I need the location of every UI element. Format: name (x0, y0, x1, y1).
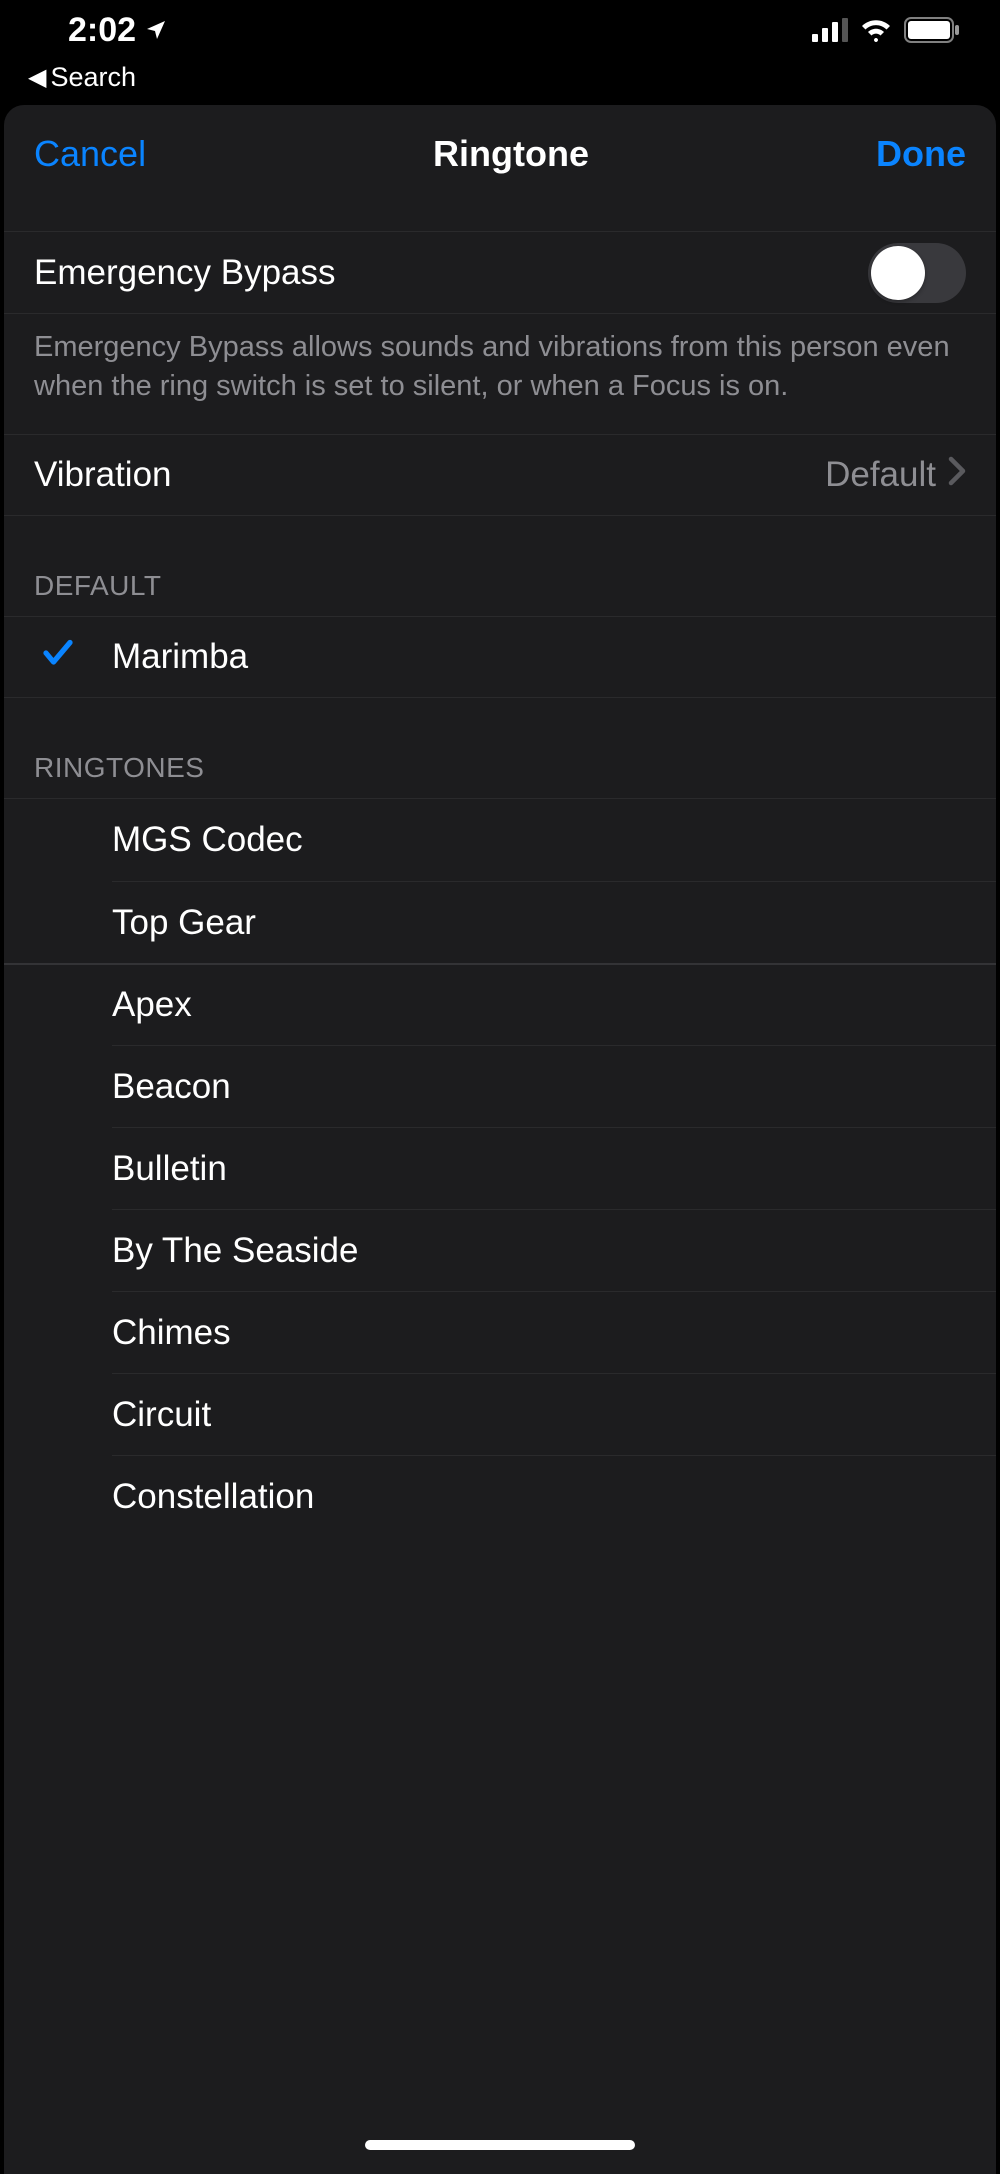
status-right (812, 17, 960, 43)
ringtone-label: MGS Codec (112, 820, 966, 860)
back-caret-icon: ◀ (28, 63, 46, 92)
wifi-icon (860, 18, 892, 42)
ringtone-row[interactable]: Beacon (112, 1045, 996, 1127)
home-indicator[interactable] (365, 2140, 635, 2150)
chevron-right-icon (948, 455, 966, 495)
ringtone-row[interactable]: Top Gear (112, 881, 996, 963)
ringtone-row[interactable]: Constellation (112, 1455, 996, 1537)
check-column (4, 635, 112, 680)
emergency-bypass-toggle[interactable] (868, 243, 966, 303)
cellular-signal-icon (812, 18, 848, 42)
emergency-bypass-label: Emergency Bypass (34, 253, 868, 293)
back-label: Search (50, 62, 136, 93)
toggle-knob (871, 246, 925, 300)
ringtone-label: Top Gear (112, 903, 966, 943)
default-tone-row[interactable]: Marimba (4, 616, 996, 698)
ringtone-sheet: Cancel Ringtone Done Emergency Bypass Em… (4, 105, 996, 2174)
back-to-search[interactable]: ◀ Search (0, 60, 1000, 105)
emergency-bypass-row: Emergency Bypass (4, 231, 996, 313)
done-button[interactable]: Done (876, 133, 966, 175)
ringtone-label: Constellation (112, 1477, 966, 1517)
ringtones-section-header: RINGTONES (4, 698, 996, 798)
ringtone-label: Beacon (112, 1067, 966, 1107)
checkmark-icon (40, 635, 76, 680)
default-section-header: DEFAULT (4, 516, 996, 616)
battery-icon (904, 17, 960, 43)
ringtone-label: Apex (112, 985, 966, 1025)
ringtone-row[interactable]: By The Seaside (112, 1209, 996, 1291)
nav-bar: Cancel Ringtone Done (4, 105, 996, 231)
vibration-row[interactable]: Vibration Default (4, 434, 996, 516)
ringtone-label: Circuit (112, 1395, 966, 1435)
vibration-value: Default (825, 455, 936, 495)
location-icon (144, 18, 168, 42)
ringtone-label: Bulletin (112, 1149, 966, 1189)
ringtone-row[interactable]: Apex (4, 963, 996, 1045)
ringtone-row[interactable]: Bulletin (112, 1127, 996, 1209)
vibration-label: Vibration (34, 455, 825, 495)
ringtone-row[interactable]: MGS Codec (4, 799, 996, 881)
status-time: 2:02 (68, 11, 136, 50)
ringtones-group: MGS Codec Top Gear Apex Beacon Bulletin … (4, 798, 996, 1537)
page-title: Ringtone (433, 133, 589, 175)
cancel-button[interactable]: Cancel (34, 133, 146, 175)
ringtone-row[interactable]: Chimes (112, 1291, 996, 1373)
status-left: 2:02 (68, 11, 168, 50)
emergency-bypass-group: Emergency Bypass Emergency Bypass allows… (4, 231, 996, 434)
emergency-bypass-description: Emergency Bypass allows sounds and vibra… (4, 313, 996, 434)
ringtone-label: By The Seaside (112, 1231, 966, 1271)
default-tone-label: Marimba (112, 637, 966, 677)
status-bar: 2:02 (0, 0, 1000, 60)
default-tone-group: Marimba (4, 616, 996, 698)
ringtone-row[interactable]: Circuit (112, 1373, 996, 1455)
ringtone-label: Chimes (112, 1313, 966, 1353)
vibration-group: Vibration Default (4, 434, 996, 516)
